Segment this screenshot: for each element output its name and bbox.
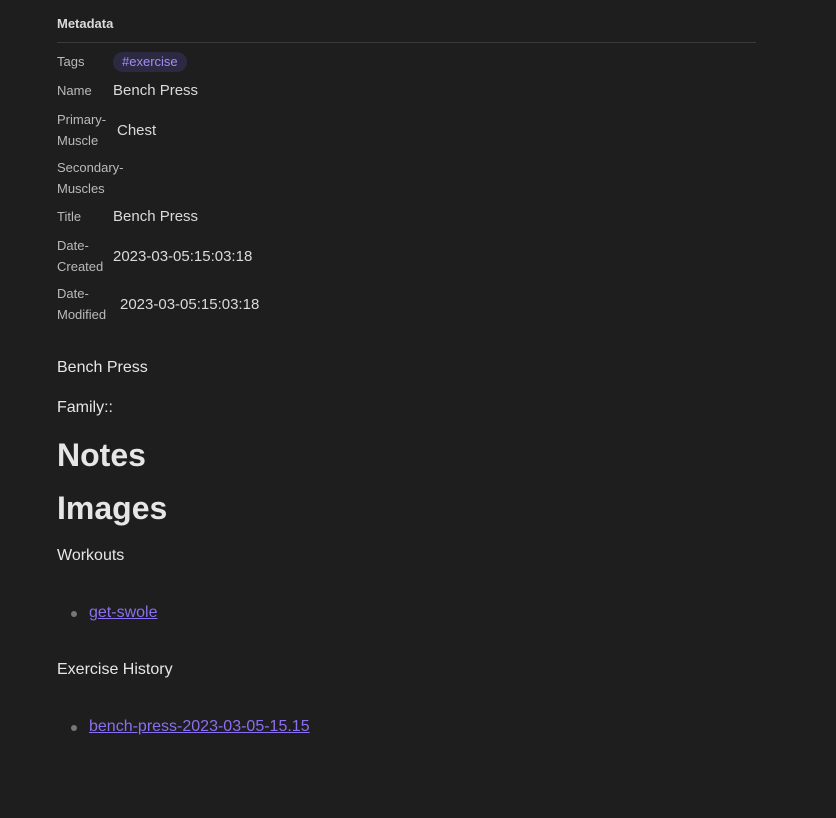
property-value-date-created[interactable]: 2023-03-05:15:03:18 — [113, 248, 252, 265]
intro-text: Bench Press — [57, 359, 148, 376]
notes-heading: Notes — [57, 437, 146, 473]
images-heading: Images — [57, 490, 168, 526]
property-key-primary-muscle: Primary- Muscle — [57, 112, 107, 148]
property-key-secondary-muscles: Secondary- Muscles — [57, 160, 124, 196]
property-date-created: Date- Created 2023-03-05:15:03:18 — [57, 235, 252, 277]
family-field: Family:: — [57, 399, 113, 416]
property-secondary-muscles: Secondary- Muscles — [57, 157, 129, 199]
history-link-bench-press[interactable]: bench-press-2023-03-05-15.15 — [89, 718, 310, 736]
property-tags: Tags #exercise — [57, 51, 187, 72]
workouts-label: Workouts — [57, 547, 125, 564]
note-page: Metadata Tags #exercise Name Bench Press… — [0, 0, 836, 818]
property-key-tags: Tags — [57, 54, 85, 69]
exercise-history-label: Exercise History — [57, 661, 173, 678]
property-value-name[interactable]: Bench Press — [113, 82, 198, 99]
list-bullet — [71, 725, 77, 731]
metadata-header[interactable]: Metadata — [57, 16, 756, 43]
property-value-title[interactable]: Bench Press — [113, 208, 198, 225]
property-value-date-modified[interactable]: 2023-03-05:15:03:18 — [120, 296, 259, 313]
tag-exercise[interactable]: #exercise — [113, 51, 187, 72]
property-key-title: Title — [57, 209, 82, 224]
property-primary-muscle: Primary- Muscle Chest — [57, 109, 156, 151]
property-name: Name Bench Press — [57, 80, 198, 101]
property-key-date-modified: Date- Modified — [57, 286, 107, 322]
property-value-primary-muscle[interactable]: Chest — [117, 122, 156, 139]
workout-link-get-swole[interactable]: get-swole — [89, 604, 157, 622]
property-key-date-created: Date- Created — [57, 238, 104, 274]
list-bullet — [71, 611, 77, 617]
property-key-name: Name — [57, 83, 92, 98]
property-title: Title Bench Press — [57, 206, 198, 227]
property-date-modified: Date- Modified 2023-03-05:15:03:18 — [57, 283, 259, 325]
